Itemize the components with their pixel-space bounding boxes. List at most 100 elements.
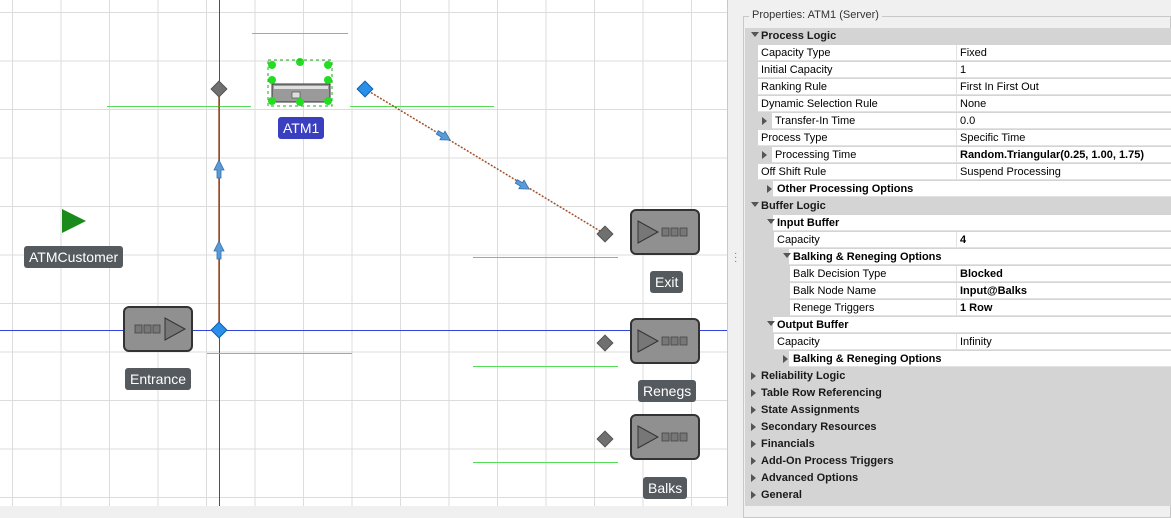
- category-reliability-logic[interactable]: Reliability Logic: [745, 368, 1171, 385]
- path-direction-arrow-icon: [213, 240, 225, 260]
- category-process-logic[interactable]: Process Logic: [745, 28, 1171, 45]
- property-name: Capacity: [777, 336, 820, 348]
- renegs-label[interactable]: Renegs: [638, 380, 697, 402]
- property-row-dynamic-selection-rule[interactable]: Dynamic Selection Rule None: [745, 96, 1171, 113]
- property-row-initial-capacity[interactable]: Initial Capacity 1: [745, 62, 1171, 79]
- property-name: Processing Time: [775, 149, 857, 161]
- group-input-buffer[interactable]: Input Buffer: [745, 215, 1171, 232]
- property-name: Capacity: [777, 234, 820, 246]
- expand-arrow-icon[interactable]: [762, 151, 767, 159]
- expand-arrow-icon[interactable]: [751, 423, 756, 431]
- expand-arrow-icon[interactable]: [751, 440, 756, 448]
- expand-arrow-icon[interactable]: [751, 491, 756, 499]
- path-direction-arrow-icon: [514, 179, 530, 190]
- expand-arrow-icon[interactable]: [751, 474, 756, 482]
- property-value[interactable]: None: [956, 96, 1171, 112]
- collapse-arrow-icon[interactable]: [783, 253, 791, 258]
- expand-arrow-icon[interactable]: [751, 457, 756, 465]
- property-value[interactable]: 1: [956, 62, 1171, 78]
- property-name: Balk Decision Type: [793, 268, 887, 280]
- property-name: Financials: [761, 438, 815, 450]
- atm-customer-label[interactable]: ATMCustomer: [24, 246, 124, 268]
- expand-arrow-icon[interactable]: [751, 406, 756, 414]
- property-name: Capacity Type: [761, 47, 831, 59]
- property-value[interactable]: Blocked: [956, 266, 1171, 282]
- property-name: Buffer Logic: [761, 200, 826, 212]
- property-value[interactable]: Input@Balks: [956, 283, 1171, 299]
- group-output-buffer[interactable]: Output Buffer: [745, 317, 1171, 334]
- category-financials[interactable]: Financials: [745, 436, 1171, 453]
- category-secondary-resources[interactable]: Secondary Resources: [745, 419, 1171, 436]
- property-value[interactable]: Specific Time: [956, 130, 1171, 146]
- entrance-label[interactable]: Entrance: [125, 368, 192, 390]
- property-row-ranking-rule[interactable]: Ranking Rule First In First Out: [745, 79, 1171, 96]
- entrance-source[interactable]: [123, 306, 193, 352]
- atm1-label[interactable]: ATM1: [278, 117, 325, 139]
- property-name: Add-On Process Triggers: [761, 455, 894, 467]
- category-state-assignments[interactable]: State Assignments: [745, 402, 1171, 419]
- property-value[interactable]: First In First Out: [956, 79, 1171, 95]
- property-value[interactable]: Suspend Processing: [956, 164, 1171, 180]
- property-value[interactable]: Random.Triangular(0.25, 1.00, 1.75): [956, 147, 1171, 163]
- property-name: General: [761, 489, 802, 501]
- property-name: Table Row Referencing: [761, 387, 882, 399]
- path-direction-arrow-icon: [435, 130, 451, 141]
- property-value[interactable]: 4: [956, 232, 1171, 248]
- property-row-process-type[interactable]: Process Type Specific Time: [745, 130, 1171, 147]
- category-table-row-referencing[interactable]: Table Row Referencing: [745, 385, 1171, 402]
- expand-arrow-icon[interactable]: [751, 389, 756, 397]
- expand-arrow-icon[interactable]: [783, 355, 788, 363]
- expand-arrow-icon[interactable]: [751, 372, 756, 380]
- property-grid[interactable]: Process Logic Capacity Type Fixed Initial C…: [745, 28, 1171, 506]
- property-name: Off Shift Rule: [761, 166, 827, 178]
- collapse-arrow-icon[interactable]: [767, 219, 775, 224]
- property-row-balk-node-name[interactable]: Balk Node Name Input@Balks: [745, 283, 1171, 300]
- property-row-processing-time[interactable]: Processing Time Random.Triangular(0.25, 1…: [745, 147, 1171, 164]
- property-name: Renege Triggers: [793, 302, 875, 314]
- property-value[interactable]: 1 Row: [956, 300, 1171, 316]
- category-add-on-process-triggers[interactable]: Add-On Process Triggers: [745, 453, 1171, 470]
- collapse-arrow-icon[interactable]: [751, 202, 759, 207]
- property-name: Reliability Logic: [761, 370, 846, 382]
- panel-splitter[interactable]: · · ·: [727, 0, 742, 506]
- exit-label[interactable]: Exit: [650, 271, 684, 293]
- server-symbol-icon: [267, 58, 333, 107]
- group-other-processing-options[interactable]: Other Processing Options: [745, 181, 1171, 198]
- property-row-capacity-type[interactable]: Capacity Type Fixed: [745, 45, 1171, 62]
- group-balking-reneging-options[interactable]: Balking & Reneging Options: [745, 351, 1171, 368]
- expand-arrow-icon[interactable]: [767, 185, 772, 193]
- property-value[interactable]: Infinity: [956, 334, 1171, 350]
- facility-canvas[interactable]: ATM1 ATMCustomer Entrance Exit Renegs Ba…: [0, 0, 727, 506]
- property-row-off-shift-rule[interactable]: Off Shift Rule Suspend Processing: [745, 164, 1171, 181]
- splitter-grip-icon: · · ·: [734, 248, 738, 267]
- property-name: Balking & Reneging Options: [793, 353, 942, 365]
- exit-sink[interactable]: [630, 209, 700, 255]
- source-symbol-icon: [134, 317, 187, 341]
- balks-label[interactable]: Balks: [643, 477, 688, 499]
- balks-sink[interactable]: [630, 414, 700, 460]
- group-balking-reneging-options[interactable]: Balking & Reneging Options: [745, 249, 1171, 266]
- path-direction-arrow-icon: [213, 159, 225, 179]
- property-value[interactable]: Fixed: [956, 45, 1171, 61]
- property-row-capacity[interactable]: Capacity Infinity: [745, 334, 1171, 351]
- category-buffer-logic[interactable]: Buffer Logic: [745, 198, 1171, 215]
- sink-symbol-icon: [637, 425, 688, 449]
- property-name: State Assignments: [761, 404, 860, 416]
- category-advanced-options[interactable]: Advanced Options: [745, 470, 1171, 487]
- property-row-balk-decision-type[interactable]: Balk Decision Type Blocked: [745, 266, 1171, 283]
- property-name: Other Processing Options: [777, 183, 914, 195]
- property-name: Dynamic Selection Rule: [761, 98, 878, 110]
- property-row-transfer-in-time[interactable]: Transfer-In Time 0.0: [745, 113, 1171, 130]
- property-row-renege-triggers[interactable]: Renege Triggers 1 Row: [745, 300, 1171, 317]
- properties-panel: Properties: ATM1 (Server) Process Logic C…: [741, 0, 1171, 518]
- collapse-arrow-icon[interactable]: [767, 321, 775, 326]
- property-value[interactable]: 0.0: [956, 113, 1171, 129]
- property-row-capacity[interactable]: Capacity 4: [745, 232, 1171, 249]
- category-general[interactable]: General: [745, 487, 1171, 504]
- property-name: Initial Capacity: [761, 64, 833, 76]
- renegs-sink[interactable]: [630, 318, 700, 364]
- entity-play-icon: [62, 209, 86, 233]
- property-name: Balk Node Name: [793, 285, 877, 297]
- expand-arrow-icon[interactable]: [762, 117, 767, 125]
- collapse-arrow-icon[interactable]: [751, 32, 759, 37]
